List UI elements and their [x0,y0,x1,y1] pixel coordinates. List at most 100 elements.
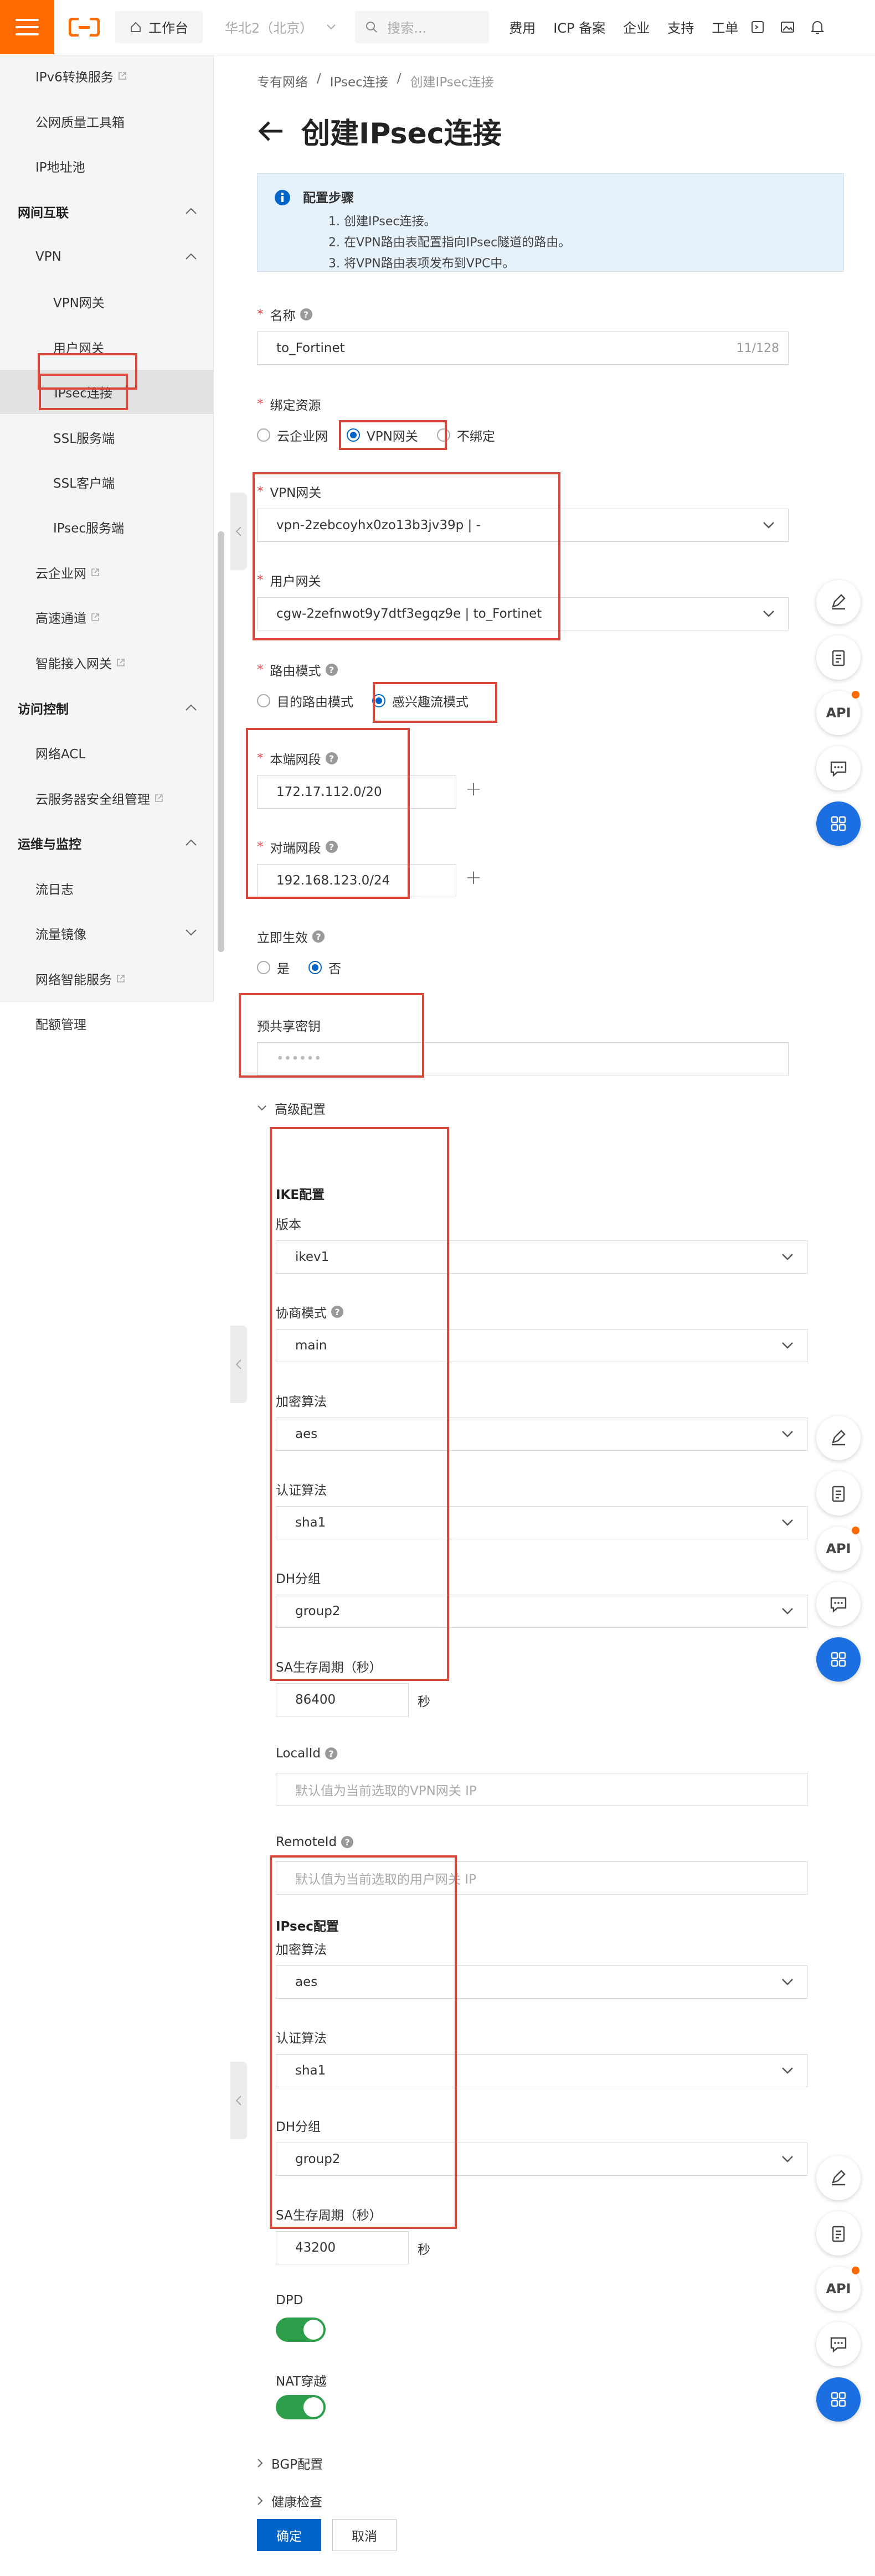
add-local-cidr-button[interactable]: + [465,778,482,800]
apps-grid-icon[interactable] [816,1637,861,1682]
nat-traversal-switch[interactable] [276,2395,326,2419]
name-label: * 名称? [257,305,312,324]
remote-cidr-input[interactable]: 192.168.123.0/24 [257,864,456,897]
apps-grid-icon[interactable] [816,801,861,846]
edit-icon[interactable] [816,580,861,624]
topbar-link-icp[interactable]: ICP 备案 [553,17,605,37]
localid-input[interactable]: 默认值为当前选取的VPN网关 IP [276,1773,807,1806]
image-icon[interactable] [780,20,795,34]
dpd-switch[interactable] [276,2318,326,2342]
ipsec-dh-select[interactable]: group2 [276,2143,807,2176]
chat-icon[interactable] [816,746,861,790]
name-counter: 11/128 [736,341,779,355]
sidebar-item[interactable]: 用户网关 [0,325,214,369]
radio-effect-yes[interactable]: 是 [257,958,290,977]
workspace-button[interactable]: 工作台 [115,11,203,43]
search-input[interactable]: 搜索... [355,11,490,43]
notes-icon[interactable] [816,2211,861,2256]
aliyun-logo-icon[interactable] [62,0,106,54]
bell-icon[interactable] [810,19,825,35]
sidebar-item[interactable]: 网间互联 [0,189,214,234]
bgp-toggle[interactable]: BGP配置 [257,2454,323,2472]
radio-no-bind[interactable]: 不绑定 [436,426,495,444]
sidebar-item[interactable]: 流量镜像 [0,911,214,955]
sidebar-item[interactable]: VPN [0,235,214,279]
chevron-up-icon[interactable] [185,252,197,260]
sidebar-item[interactable]: IPv6转换服务 [0,54,214,98]
sidebar-item[interactable]: IPsec服务端 [0,505,214,549]
ike-version-select[interactable]: ikev1 [276,1240,807,1274]
add-remote-cidr-button[interactable]: + [465,866,482,889]
sidebar-item[interactable]: 智能接入网关 [0,640,214,685]
sidebar-item[interactable]: 网络ACL [0,731,214,775]
api-icon[interactable]: API [816,1527,861,1571]
chevron-up-icon[interactable] [185,704,197,711]
breadcrumb-ipsec[interactable]: IPsec连接 [330,71,388,90]
ike-mode-select[interactable]: main [276,1329,807,1362]
radio-effect-no[interactable]: 否 [308,958,341,977]
api-icon[interactable]: API [816,2267,861,2311]
customer-gateway-select[interactable]: cgw-2zefnwot9y7dtf3egqz9e | to_Fortinet [257,597,789,630]
apps-grid-icon[interactable] [816,2377,861,2422]
ike-encryption-select[interactable]: aes [276,1418,807,1451]
confirm-button[interactable]: 确定 [257,2519,321,2551]
chevron-up-icon[interactable] [185,207,197,215]
ike-dh-select[interactable]: group2 [276,1595,807,1628]
region-selector[interactable]: 华北2（北京） [225,17,336,37]
health-check-toggle[interactable]: 健康检查 [257,2491,322,2510]
sidebar-item[interactable]: SSL服务端 [0,415,214,459]
chat-icon[interactable] [816,2322,861,2366]
name-field[interactable]: to_Fortinet 11/128 [257,332,789,365]
sidebar-item[interactable]: 高速通道 [0,595,214,639]
ike-section-title: IKE配置 [276,1188,325,1202]
topbar-link-billing[interactable]: 费用 [509,17,536,37]
sidebar-item[interactable]: 公网质量工具箱 [0,99,214,143]
api-icon[interactable]: API [816,691,861,735]
remoteid-input[interactable]: 默认值为当前选取的用户网关 IP [276,1861,807,1895]
topbar-link-enterprise[interactable]: 企业 [623,17,650,37]
vpn-gateway-select[interactable]: vpn-2zebcoyhx0zo13b3jv39p | - [257,509,789,542]
sidebar-item[interactable]: IP地址池 [0,144,214,188]
ipsec-auth-select[interactable]: sha1 [276,2054,807,2087]
chevron-down-icon [782,2067,793,2074]
radio-cen[interactable]: 云企业网 [257,426,328,444]
sidebar-item[interactable]: SSL客户端 [0,460,214,504]
info-step: 2. 在VPN路由表配置指向IPsec隧道的路由。 [328,236,571,250]
notes-icon[interactable] [816,635,861,680]
breadcrumb-vpc[interactable]: 专有网络 [257,71,308,90]
notes-icon[interactable] [816,1471,861,1515]
help-icon: ? [341,1836,354,1848]
sidebar-item[interactable]: 运维与监控 [0,821,214,865]
chat-icon[interactable] [816,1582,861,1626]
ike-auth-select[interactable]: sha1 [276,1506,807,1539]
edit-icon[interactable] [816,1416,861,1460]
chevron-up-icon[interactable] [185,839,197,846]
radio-dest-route[interactable]: 目的路由模式 [257,691,353,710]
cloud-shell-icon[interactable] [750,20,765,34]
radio-vpn-gateway[interactable]: VPN网关 [347,426,418,444]
radio-interest-flow[interactable]: 感兴趣流模式 [372,691,469,710]
sidebar-item[interactable]: 云服务器安全组管理 [0,776,214,820]
sidebar-item[interactable]: 云企业网 [0,550,214,594]
cancel-button[interactable]: 取消 [332,2519,397,2551]
ipsec-sa-input[interactable]: 43200 [276,2231,409,2264]
sidebar-item[interactable]: 配额管理 [0,1001,214,1046]
sidebar-item[interactable]: 网络智能服务 [0,956,214,1001]
chevron-down-icon[interactable] [185,929,197,937]
ipsec-encryption-select[interactable]: aes [276,1965,807,1999]
sidebar-item[interactable]: 访问控制 [0,686,214,730]
ike-sa-input[interactable]: 86400 [276,1683,409,1716]
psk-input[interactable]: •••••• [257,1042,789,1075]
back-arrow-icon[interactable] [257,120,285,142]
sidebar-item[interactable]: 流日志 [0,866,214,911]
sidebar-scrollbar[interactable] [218,531,224,952]
menu-button[interactable] [0,0,54,54]
edit-icon[interactable] [816,2156,861,2200]
advanced-toggle[interactable]: 高级配置 [257,1099,326,1118]
topbar-link-ticket[interactable]: 工单 [712,17,738,37]
sidebar-item[interactable]: VPN网关 [0,280,214,324]
topbar-link-support[interactable]: 支持 [667,17,694,37]
local-cidr-input[interactable]: 172.17.112.0/20 [257,775,456,809]
ipsec-dh-label: DH分组 [276,2120,321,2134]
sidebar-item[interactable]: IPsec连接 [0,370,214,414]
